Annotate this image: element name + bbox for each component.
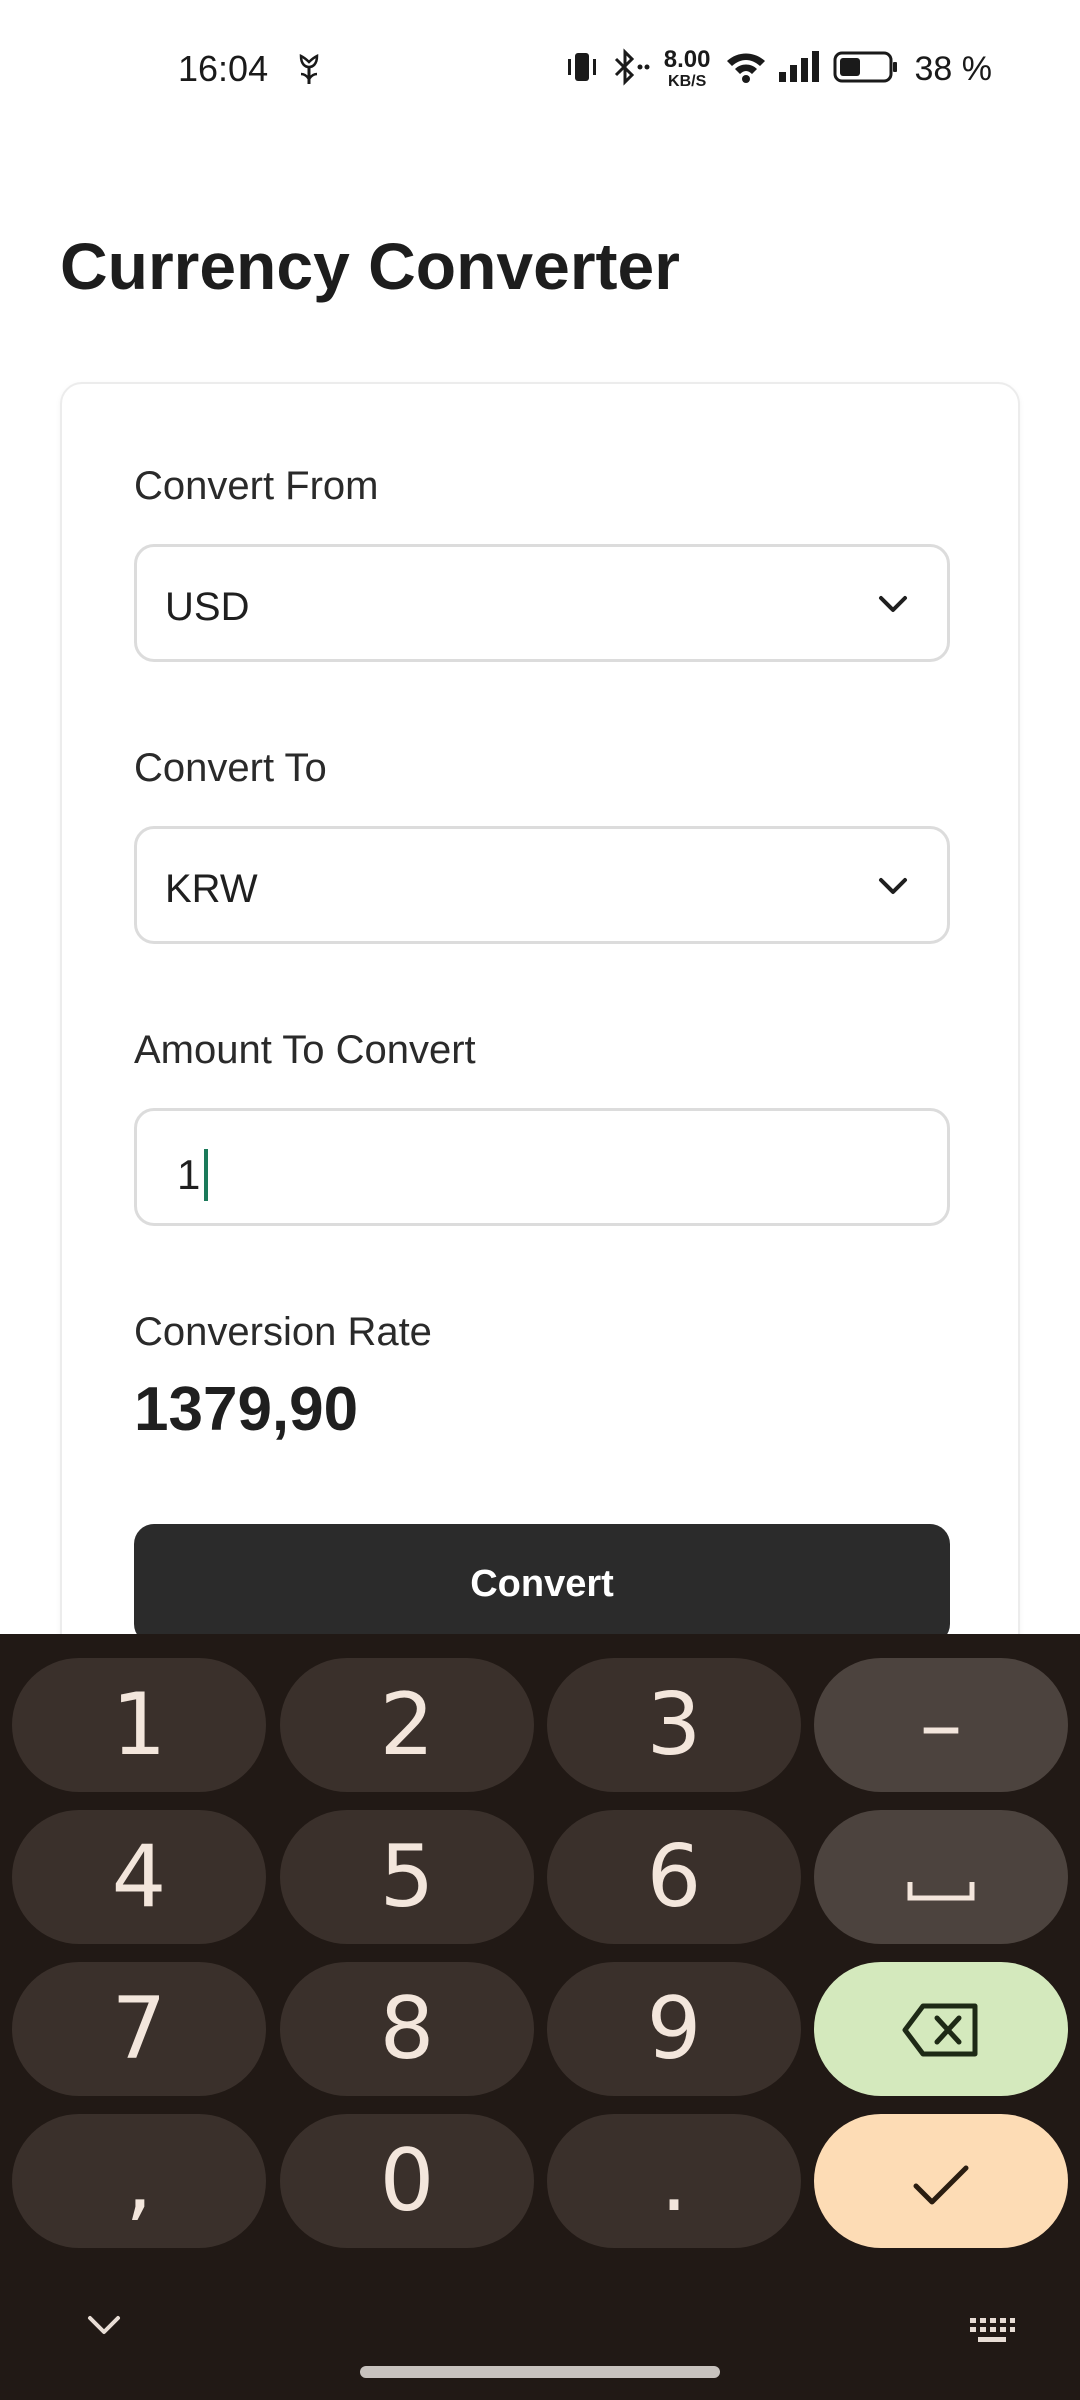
amount-input-field[interactable]: 1 (177, 1149, 209, 1201)
page-title: Currency Converter (60, 229, 680, 303)
key-backspace[interactable] (814, 1962, 1068, 2096)
key-7[interactable]: 7 (12, 1962, 266, 2096)
space-icon (906, 1827, 976, 1927)
conversion-rate-label: Conversion Rate (134, 1310, 432, 1354)
convert-from-select[interactable]: USD (134, 544, 950, 662)
key-period[interactable]: . (547, 2114, 801, 2248)
backspace-icon (901, 1979, 981, 2079)
key-minus[interactable]: – (814, 1658, 1068, 1792)
battery-icon (833, 50, 899, 89)
key-9[interactable]: 9 (547, 1962, 801, 2096)
key-1[interactable]: 1 (12, 1658, 266, 1792)
key-done[interactable] (814, 2114, 1068, 2248)
key-0[interactable]: 0 (280, 2114, 534, 2248)
text-caret (204, 1149, 209, 1201)
conversion-rate-value: 1379,90 (134, 1375, 359, 1444)
chevron-down-icon (875, 589, 911, 619)
convert-to-label: Convert To (134, 746, 327, 790)
bluetooth-icon (610, 47, 650, 91)
convert-from-label: Convert From (134, 464, 379, 508)
key-8[interactable]: 8 (280, 1962, 534, 2096)
key-2[interactable]: 2 (280, 1658, 534, 1792)
key-6[interactable]: 6 (547, 1810, 801, 1944)
battery-percentage: 38 % (914, 49, 993, 88)
key-comma[interactable]: , (12, 2114, 266, 2248)
network-speed-value: 8.00 (663, 46, 711, 73)
amount-input[interactable]: 1 (134, 1108, 950, 1226)
checkmark-icon (910, 2131, 972, 2231)
chevron-down-icon (875, 871, 911, 901)
key-3[interactable]: 3 (547, 1658, 801, 1792)
convert-to-select[interactable]: KRW (134, 826, 950, 944)
network-speed: 8.00 KB/S (664, 48, 711, 90)
key-4[interactable]: 4 (12, 1810, 266, 1944)
amount-label: Amount To Convert (134, 1028, 476, 1072)
collapse-keyboard-icon[interactable] (84, 2310, 124, 2338)
status-time: 16:04 (178, 48, 269, 89)
key-space[interactable] (814, 1810, 1068, 1944)
network-speed-unit: KB/S (668, 73, 707, 90)
signal-icon (777, 50, 823, 89)
amount-value: 1 (177, 1151, 201, 1198)
key-5[interactable]: 5 (280, 1810, 534, 1944)
keyboard-switch-icon[interactable] (968, 2316, 1016, 2346)
converter-card: Convert From USD Convert To KRW Amount T… (60, 382, 1020, 1782)
wifi-icon (725, 49, 767, 90)
status-bar: 16:04 8.00 KB/S 38 % (0, 0, 1080, 140)
flower-icon (292, 50, 326, 86)
convert-button[interactable]: Convert (134, 1524, 950, 1644)
app-screen: 16:04 8.00 KB/S 38 % Currency Converter … (0, 0, 1080, 2400)
numeric-keyboard: 1 2 3 – 4 5 6 7 8 9 , 0 . (0, 1634, 1080, 2400)
vibrate-icon (564, 49, 600, 90)
convert-to-value: KRW (165, 867, 258, 911)
home-indicator[interactable] (360, 2366, 720, 2378)
convert-from-value: USD (165, 585, 250, 629)
status-icons: 8.00 KB/S 38 % (564, 44, 992, 94)
